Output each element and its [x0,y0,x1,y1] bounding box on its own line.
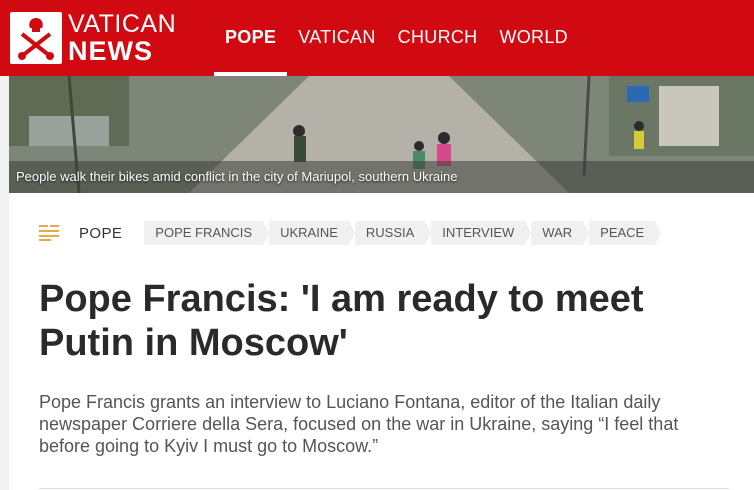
article-summary: Pope Francis grants an interview to Luci… [39,392,679,456]
nav-item-world[interactable]: WORLD [488,0,579,76]
article-card: POPE POPE FRANCIS UKRAINE RUSSIA INTERVI… [9,193,754,490]
section-label[interactable]: POPE [79,225,122,242]
tag-ukraine[interactable]: UKRAINE [269,221,355,245]
tag-war[interactable]: WAR [531,221,589,245]
nav-item-vatican[interactable]: VATICAN [287,0,386,76]
tag-russia[interactable]: RUSSIA [354,221,432,245]
list-icon [39,225,59,241]
tag-interview[interactable]: INTERVIEW [431,221,532,245]
nav-item-church[interactable]: CHURCH [387,0,489,76]
site-header: VATICAN NEWS POPE VATICAN CHURCH WORLD [0,0,754,76]
tag-peace[interactable]: PEACE [589,221,662,245]
nav-item-pope[interactable]: POPE [214,0,288,76]
logo-top-text: VATICAN [68,9,177,38]
logo-wordmark: VATICAN NEWS [68,9,177,66]
hero-image: People walk their bikes amid conflict in… [9,76,754,193]
hero-caption: People walk their bikes amid conflict in… [16,169,458,184]
vatican-news-logo[interactable]: VATICAN NEWS [10,7,190,69]
main-nav: POPE VATICAN CHURCH WORLD [214,0,579,76]
logo-bottom-text: NEWS [68,35,153,66]
papal-keys-icon [10,12,62,64]
article-title: Pope Francis: 'I am ready to meet Putin … [39,278,644,364]
tag-bar: POPE POPE FRANCIS UKRAINE RUSSIA INTERVI… [39,221,662,245]
divider [39,488,729,489]
tag-pope-francis[interactable]: POPE FRANCIS [144,221,269,245]
